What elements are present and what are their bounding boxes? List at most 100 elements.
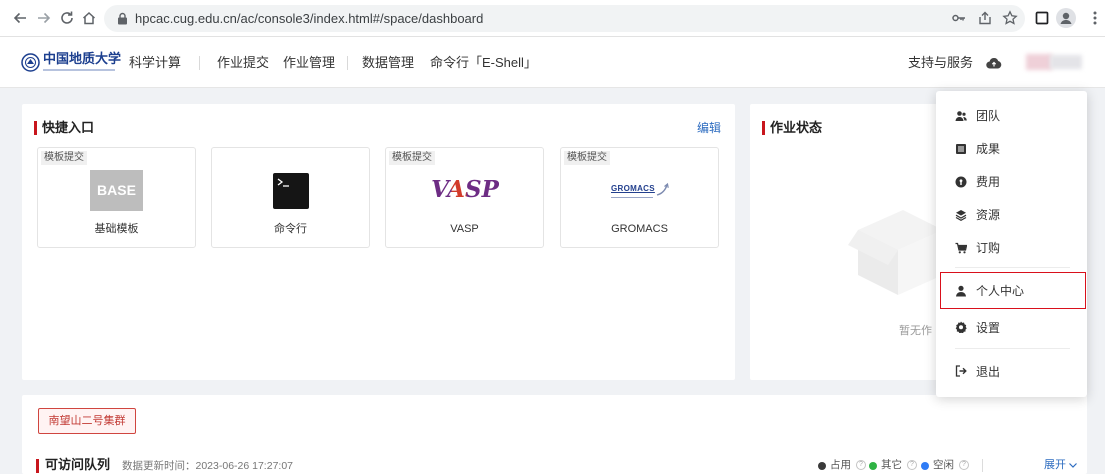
tile-label: 基础模板: [94, 223, 139, 235]
menu-item-logout[interactable]: 退出: [936, 353, 1087, 389]
blurred-username: [1050, 55, 1082, 69]
menu-divider: [936, 264, 1087, 272]
empty-state-illustration: [848, 190, 948, 300]
menu-item-fees[interactable]: 费用: [936, 165, 1087, 198]
profile-avatar-icon[interactable]: [1056, 8, 1076, 28]
tile-label: 命令行: [274, 223, 307, 235]
logo-text: 中国地质大学: [43, 52, 122, 67]
base-logo: BASE: [90, 170, 143, 211]
nav-command-line[interactable]: 命令行「E-Shell」: [430, 55, 537, 71]
data-updated-time: 数据更新时间：2023-06-26 17:27:07: [122, 460, 293, 472]
tile-command-line[interactable]: 命令行: [211, 147, 370, 248]
side-panel-icon[interactable]: [1034, 10, 1050, 26]
empty-state-text: 暂无作: [899, 325, 932, 337]
gromacs-logo-subline: [611, 197, 653, 198]
menu-item-personal-center[interactable]: 个人中心: [940, 272, 1086, 309]
nav-job-submit[interactable]: 作业提交: [217, 55, 269, 71]
lock-icon[interactable]: [117, 12, 128, 25]
browser-toolbar: hpcac.cug.edu.cn/ac/console3/index.html#…: [0, 0, 1105, 37]
quick-entry-title: 快捷入口: [42, 120, 95, 135]
home-icon[interactable]: [81, 10, 97, 26]
tile-vasp[interactable]: 模板提交 VASP VASP: [385, 147, 544, 248]
user-account-blurred[interactable]: [1026, 52, 1084, 72]
reload-icon[interactable]: [59, 10, 75, 26]
nav-divider: [347, 56, 348, 70]
achievement-icon: [955, 143, 967, 155]
gromacs-logo: GROMACS: [609, 182, 673, 204]
chevron-down-icon[interactable]: [1069, 463, 1077, 468]
expand-link[interactable]: 展开: [1044, 458, 1066, 472]
template-tag: 模板提交: [389, 151, 435, 165]
tile-label: GROMACS: [611, 223, 668, 235]
university-emblem-icon: [21, 53, 40, 72]
fee-icon: [955, 176, 967, 188]
gromacs-arrow-icon: [655, 182, 671, 198]
team-icon: [955, 110, 967, 122]
section-marker: [36, 459, 39, 473]
legend-label-occupied: 占用: [830, 459, 851, 471]
help-icon[interactable]: [907, 460, 917, 470]
resource-icon: [955, 209, 967, 221]
help-icon[interactable]: [856, 460, 866, 470]
url-text[interactable]: hpcac.cug.edu.cn/ac/console3/index.html#…: [135, 11, 483, 26]
legend-dot-occupied: [818, 462, 826, 470]
legend-dot-idle-fill: [921, 462, 929, 470]
menu-item-orders[interactable]: 订购: [936, 231, 1087, 264]
menu-item-label: 订购: [976, 241, 1001, 255]
nav-data-manage[interactable]: 数据管理: [362, 55, 414, 71]
job-status-title: 作业状态: [770, 120, 823, 135]
legend-dot-other-fill: [869, 462, 877, 470]
menu-item-label: 费用: [976, 175, 1001, 189]
cart-icon: [955, 242, 967, 254]
menu-item-label: 设置: [976, 320, 1001, 335]
forward-icon[interactable]: [36, 10, 52, 26]
logo-subtitle-mark: [43, 69, 115, 71]
share-icon[interactable]: [977, 10, 993, 26]
quick-entry-card: 快捷入口 编辑 模板提交 BASE 基础模板 命令行 模板提交 VASP VAS…: [22, 104, 735, 380]
legend-label-idle: 空闲: [933, 459, 954, 471]
tile-gromacs[interactable]: 模板提交 GROMACS GROMACS: [560, 147, 719, 248]
menu-divider: [936, 345, 1087, 353]
template-tag: 模板提交: [41, 151, 87, 165]
menu-item-achievements[interactable]: 成果: [936, 132, 1087, 165]
legend-divider: [982, 459, 983, 472]
back-icon[interactable]: [12, 10, 28, 26]
menu-item-team[interactable]: 团队: [936, 99, 1087, 132]
blurred-avatar: [1026, 54, 1052, 70]
support-services-link[interactable]: 支持与服务: [908, 55, 973, 71]
settings-icon: [955, 321, 967, 333]
accessible-queues-title: 可访问队列: [45, 457, 111, 472]
cluster-tab-button[interactable]: 南望山二号集群: [38, 408, 136, 434]
cloud-icon[interactable]: [986, 57, 1002, 69]
user-dropdown-menu: 团队 成果 费用 资源 订购 个人中心 设置 退出: [936, 91, 1087, 397]
menu-item-label: 退出: [976, 364, 1001, 379]
key-icon[interactable]: [951, 10, 967, 26]
user-icon: [955, 285, 967, 297]
nav-job-manage[interactable]: 作业管理: [283, 55, 335, 71]
nav-scientific-computing[interactable]: 科学计算: [129, 55, 181, 71]
nav-divider: [199, 56, 200, 70]
help-icon[interactable]: [959, 460, 969, 470]
menu-item-label: 团队: [976, 109, 1001, 123]
template-tag: 模板提交: [564, 151, 610, 165]
vasp-logo: VASP: [431, 176, 499, 203]
cluster-queue-card: 南望山二号集群 可访问队列 数据更新时间：2023-06-26 17:27:07…: [22, 395, 1087, 474]
university-logo[interactable]: 中国地质大学: [21, 52, 121, 74]
logout-icon: [955, 365, 967, 377]
browser-menu-icon[interactable]: [1093, 10, 1097, 26]
terminal-icon: [273, 173, 309, 209]
legend-dot-idle: [921, 462, 929, 470]
tile-label: VASP: [450, 223, 479, 235]
menu-item-settings[interactable]: 设置: [936, 309, 1087, 345]
section-marker: [34, 121, 37, 135]
address-bar[interactable]: hpcac.cug.edu.cn/ac/console3/index.html#…: [104, 5, 1025, 32]
menu-item-label: 个人中心: [976, 284, 1025, 298]
legend-dot-occupied-fill: [818, 462, 826, 470]
legend-dot-other: [869, 462, 877, 470]
bookmark-star-icon[interactable]: [1002, 10, 1018, 26]
tile-base-template[interactable]: 模板提交 BASE 基础模板: [37, 147, 196, 248]
menu-item-resources[interactable]: 资源: [936, 198, 1087, 231]
gromacs-logo-text: GROMACS: [611, 184, 655, 193]
edit-link[interactable]: 编辑: [697, 121, 721, 135]
legend-label-other: 其它: [881, 459, 902, 471]
